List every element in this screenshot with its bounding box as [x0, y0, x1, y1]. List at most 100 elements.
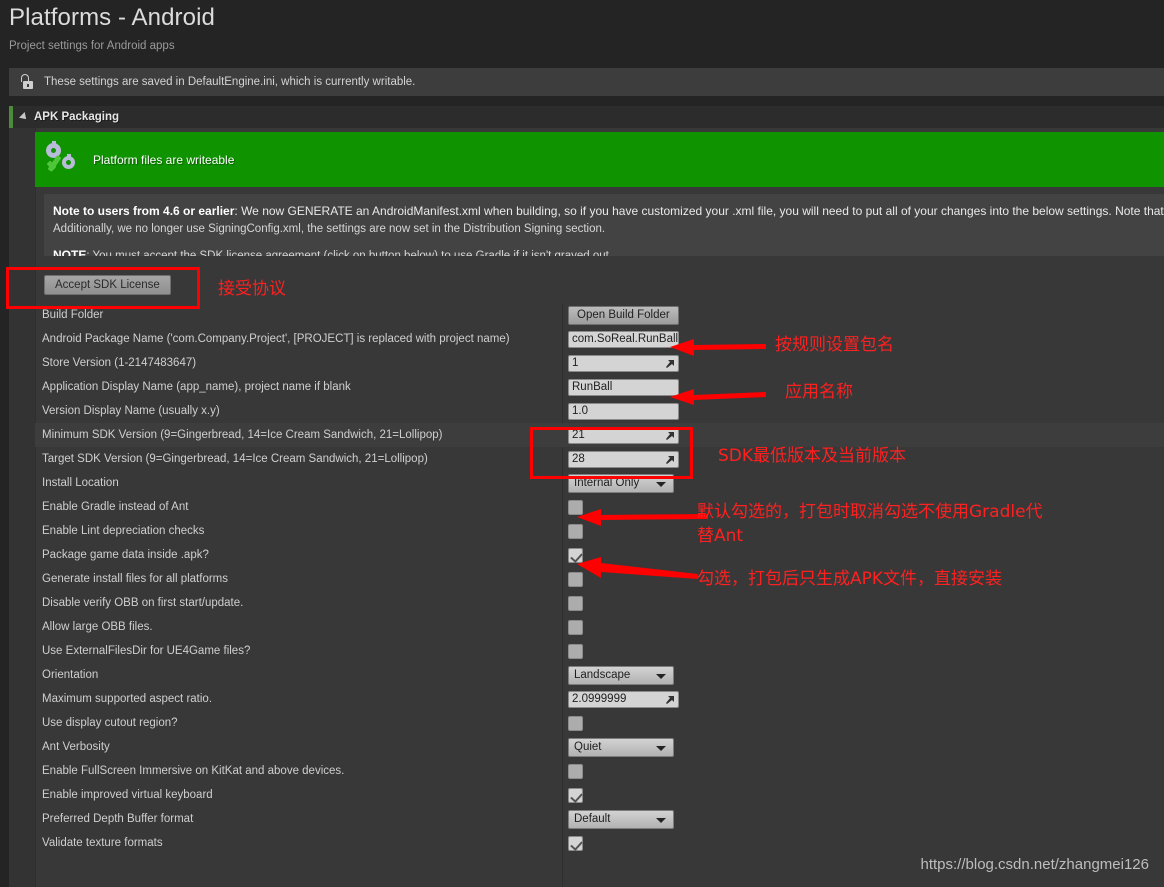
property-row: Enable FullScreen Immersive on KitKat an… — [35, 759, 1164, 783]
settings-writable-notice: These settings are saved in DefaultEngin… — [9, 68, 1164, 96]
property-label: Orientation — [42, 669, 99, 681]
property-row: Orientation Landscape — [35, 663, 1164, 687]
property-value: Default — [568, 807, 674, 831]
spinner-value: 28 — [572, 452, 585, 465]
property-value: 2.0999999 — [568, 687, 679, 711]
property-row: Allow large OBB files. — [35, 615, 1164, 639]
note-line-2: Additionally, we no longer use SigningCo… — [53, 223, 606, 235]
install-location-dropdown[interactable]: Internal Only — [568, 473, 674, 493]
annotation-sdk-versions: SDK最低版本及当前版本 — [718, 446, 907, 466]
spinner-value: 1 — [572, 356, 579, 369]
validate-texture-formats-checkbox[interactable] — [568, 835, 583, 851]
property-value — [568, 495, 583, 519]
chevron-down-icon — [656, 817, 666, 823]
package-game-data-checkbox[interactable] — [568, 547, 583, 563]
property-label: Preferred Depth Buffer format — [42, 813, 194, 825]
property-label: Use ExternalFilesDir for UE4Game files? — [42, 645, 251, 657]
enable-gradle-checkbox[interactable] — [568, 499, 583, 515]
property-value: 1 — [568, 351, 679, 375]
enable-lint-checkbox[interactable] — [568, 523, 583, 539]
property-label: Minimum SDK Version (9=Gingerbread, 14=I… — [42, 429, 443, 441]
notice-text: These settings are saved in DefaultEngin… — [44, 76, 416, 88]
note-line-3-bold: NOTE — [53, 248, 87, 256]
platform-files-writeable-banner: Platform files are writeable — [35, 132, 1164, 187]
chevron-down-icon — [656, 673, 666, 679]
annotation-package-apk: 勾选，打包后只生成APK文件，直接安装 — [697, 569, 1003, 589]
property-row: Validate texture formats — [35, 831, 1164, 855]
property-row: Ant Verbosity Quiet — [35, 735, 1164, 759]
ant-verbosity-dropdown[interactable]: Quiet — [568, 737, 674, 757]
note-line-3-rest: : You must accept the SDK license agreem… — [86, 250, 613, 256]
drag-spinner-icon[interactable] — [665, 455, 675, 465]
property-label: Version Display Name (usually x.y) — [42, 405, 220, 417]
property-row: Android Package Name ('com.Company.Proje… — [35, 327, 1164, 351]
drag-spinner-icon[interactable] — [665, 431, 675, 441]
property-label: Enable improved virtual keyboard — [42, 789, 213, 801]
property-row: Version Display Name (usually x.y) 1.0 — [35, 399, 1164, 423]
property-row: Application Display Name (app_name), pro… — [35, 375, 1164, 399]
use-display-cutout-checkbox[interactable] — [568, 715, 583, 731]
property-label: Application Display Name (app_name), pro… — [42, 381, 351, 393]
minimum-sdk-version-field[interactable]: 21 — [568, 426, 679, 444]
property-row: Store Version (1-2147483647) 1 — [35, 351, 1164, 375]
dropdown-value: Quiet — [574, 740, 602, 753]
annotation-app-name: 应用名称 — [785, 382, 853, 402]
dropdown-value: Landscape — [574, 668, 631, 681]
disable-verify-obb-checkbox[interactable] — [568, 595, 583, 611]
property-value — [568, 831, 583, 855]
enable-fullscreen-immersive-checkbox[interactable] — [568, 763, 583, 779]
property-value: 21 — [568, 423, 679, 447]
property-label: Ant Verbosity — [42, 741, 110, 753]
target-sdk-version-field[interactable]: 28 — [568, 450, 679, 468]
property-value: 1.0 — [568, 399, 679, 423]
banner-text: Platform files are writeable — [93, 152, 235, 167]
chevron-down-icon — [656, 745, 666, 751]
depth-buffer-format-dropdown[interactable]: Default — [568, 809, 674, 829]
property-row: Maximum supported aspect ratio. 2.0999999 — [35, 687, 1164, 711]
property-value — [568, 591, 583, 615]
property-value: Open Build Folder — [568, 303, 679, 327]
generate-install-files-checkbox[interactable] — [568, 571, 583, 587]
allow-large-obb-checkbox[interactable] — [568, 619, 583, 635]
use-externalfilesdir-checkbox[interactable] — [568, 643, 583, 659]
annotation-accept-license: 接受协议 — [218, 279, 286, 299]
property-value — [568, 615, 583, 639]
note-block: Note to users from 4.6 or earlier: We no… — [44, 194, 1164, 256]
annotation-package-name: 按规则设置包名 — [775, 335, 894, 355]
drag-spinner-icon[interactable] — [665, 359, 675, 369]
property-value: com.SoReal.RunBall — [568, 327, 679, 351]
property-row: Enable improved virtual keyboard — [35, 783, 1164, 807]
android-package-name-field[interactable]: com.SoReal.RunBall — [568, 330, 679, 348]
property-label: Enable Gradle instead of Ant — [42, 501, 189, 513]
property-value: 28 — [568, 447, 679, 471]
page-subtitle: Project settings for Android apps — [9, 40, 175, 52]
accept-sdk-license-button[interactable]: Accept SDK License — [44, 275, 171, 295]
panel-indent — [9, 128, 35, 887]
property-row: Preferred Depth Buffer format Default — [35, 807, 1164, 831]
orientation-dropdown[interactable]: Landscape — [568, 665, 674, 685]
property-label: Android Package Name ('com.Company.Proje… — [42, 333, 510, 345]
property-label: Enable Lint depreciation checks — [42, 525, 205, 537]
note-line-1-bold: Note to users from 4.6 or earlier — [53, 204, 235, 218]
section-header-apk-packaging[interactable]: APK Packaging — [9, 106, 1164, 128]
enable-virtual-keyboard-checkbox[interactable] — [568, 787, 583, 803]
property-value: Landscape — [568, 663, 674, 687]
max-aspect-ratio-field[interactable]: 2.0999999 — [568, 690, 679, 708]
drag-spinner-icon[interactable] — [665, 695, 675, 705]
unlocked-padlock-icon — [19, 74, 35, 90]
application-display-name-field[interactable]: RunBall — [568, 378, 679, 396]
chevron-down-icon — [656, 481, 666, 487]
store-version-field[interactable]: 1 — [568, 354, 679, 372]
property-label: Use display cutout region? — [42, 717, 178, 729]
triangle-collapse-icon[interactable] — [19, 112, 29, 122]
property-row: Target SDK Version (9=Gingerbread, 14=Ic… — [35, 447, 1164, 471]
version-display-name-field[interactable]: 1.0 — [568, 402, 679, 420]
spinner-value: 21 — [572, 428, 585, 441]
note-line-3: NOTE: You must accept the SDK license ag… — [53, 247, 1164, 256]
open-build-folder-button[interactable]: Open Build Folder — [568, 305, 679, 325]
property-row: Build Folder Open Build Folder — [35, 303, 1164, 327]
property-list: Build Folder Open Build Folder Android Pac… — [35, 303, 1164, 887]
property-label: Generate install files for all platforms — [42, 573, 228, 585]
note-line-1: Note to users from 4.6 or earlier: We no… — [53, 203, 1164, 221]
property-value — [568, 759, 583, 783]
